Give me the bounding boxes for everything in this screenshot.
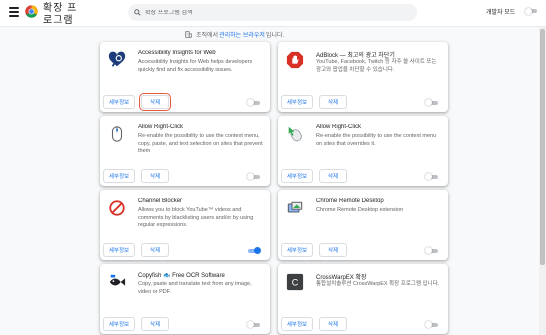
managed-prefix: 조직에서 — [196, 32, 219, 39]
extension-name: Allow Right-Click — [138, 124, 184, 130]
extension-name: Channel Blocker — [138, 198, 183, 204]
extension-description: Copy, paste and translate text from any … — [138, 281, 252, 295]
extension-card: Chrome Remote Desktop Chrome Remote Desk… — [278, 190, 448, 260]
details-button[interactable]: 세부정보 — [281, 169, 313, 183]
extension-name: Allow Right-Click — [316, 124, 362, 130]
building-icon — [185, 30, 192, 38]
remove-button[interactable]: 삭제 — [141, 317, 169, 331]
remove-button[interactable]: 삭제 — [139, 93, 171, 111]
extensions-logo-icon — [25, 5, 38, 18]
extension-description: Re-enable the possibility to use the con… — [316, 133, 437, 147]
remove-button[interactable]: 삭제 — [319, 317, 347, 331]
extension-card: Copyfish 🐟 Free OCR Software Copy, paste… — [100, 264, 270, 334]
toggle-knob — [247, 321, 254, 328]
extension-name: Copyfish 🐟 Free OCR Software — [138, 273, 225, 279]
toolbar: 확장 프로그램 개발자 모드 — [0, 0, 546, 26]
extension-toggle[interactable] — [247, 247, 261, 254]
details-button[interactable]: 세부정보 — [281, 317, 313, 331]
extension-description: Allows you to block YouTube™ videos and … — [138, 207, 254, 228]
crosswarp-c-icon: C — [286, 273, 304, 291]
managed-link[interactable]: 관리하는 브라우저 — [219, 30, 265, 39]
extension-toggle[interactable] — [425, 247, 439, 254]
page-title: 확장 프로그램 — [43, 3, 78, 26]
extension-toggle[interactable] — [247, 321, 261, 328]
extension-card: Allow Right-Click Re-enable the possibil… — [100, 116, 270, 186]
managed-notice: 조직에서 관리하는 브라우저 입니다. — [185, 29, 284, 39]
details-button[interactable]: 세부정보 — [281, 95, 313, 109]
remove-button[interactable]: 삭제 — [319, 169, 347, 183]
adblock-hand-icon — [286, 51, 304, 69]
toggle-knob — [254, 247, 261, 254]
remove-button[interactable]: 삭제 — [141, 243, 169, 257]
dev-mode-toggle[interactable] — [525, 7, 537, 15]
search-icon — [134, 9, 141, 16]
remove-button[interactable]: 삭제 — [141, 169, 169, 183]
extension-name: Accessibility Insights for Web — [138, 50, 216, 56]
toggle-knob — [425, 321, 432, 328]
toggle-knob — [425, 173, 432, 180]
scrollbar[interactable] — [539, 27, 546, 335]
extension-card: AdBlock — 최고의 광고 차단기 YouTube, Facebook, … — [278, 42, 448, 112]
extension-card: C CrossWarpEX 확장 통합설치솔루션 CrossWarpEX 확장 … — [278, 264, 448, 334]
extension-card: Accessibility Insights for Web Accessibi… — [100, 42, 270, 112]
remote-desktop-icon — [287, 201, 303, 213]
remove-button[interactable]: 삭제 — [319, 95, 347, 109]
extension-name: Chrome Remote Desktop — [316, 198, 384, 204]
toggle-knob — [247, 99, 254, 106]
svg-text:C: C — [292, 278, 299, 288]
details-button[interactable]: 세부정보 — [281, 243, 313, 257]
details-button[interactable]: 세부정보 — [103, 317, 135, 331]
extension-description: Re-enable the possibility to use the con… — [138, 133, 263, 154]
remove-button[interactable]: 삭제 — [319, 243, 347, 257]
block-icon — [109, 200, 125, 216]
dev-mode-label: 개발자 모드 — [486, 10, 516, 16]
search-input[interactable] — [145, 9, 395, 16]
toggle-knob — [247, 173, 254, 180]
header-divider — [0, 26, 546, 27]
mouse-icon — [111, 126, 123, 142]
copyfish-icon — [109, 274, 126, 286]
extension-card: Allow Right-Click Re-enable the possibil… — [278, 116, 448, 186]
toggle-knob — [425, 99, 432, 106]
extension-toggle[interactable] — [425, 173, 439, 180]
extension-description: Chrome Remote Desktop extension — [316, 207, 404, 213]
heart-magnifier-icon — [108, 51, 126, 67]
extension-description: Accessibility Insights for Web helps dev… — [138, 59, 253, 73]
extension-description: 통합설치솔루션 CrossWarpEX 확장 프로그램 입니다. — [316, 281, 440, 287]
scrollbar-thumb[interactable] — [540, 29, 545, 265]
toggle-knob — [425, 247, 432, 254]
extension-toggle[interactable] — [425, 99, 439, 106]
toggle-knob — [525, 7, 532, 15]
search-box[interactable] — [128, 4, 417, 21]
extension-name: AdBlock — 최고의 광고 차단기 — [316, 53, 395, 59]
extension-description: YouTube, Facebook, Twitch 등 자주 쓸 사이트 또는 … — [316, 59, 437, 73]
extension-toggle[interactable] — [247, 99, 261, 106]
details-button[interactable]: 세부정보 — [103, 243, 135, 257]
mouse-cursor-icon — [288, 126, 302, 142]
extension-card: Channel Blocker Allows you to block YouT… — [100, 190, 270, 260]
extension-toggle[interactable] — [247, 173, 261, 180]
managed-suffix: 입니다. — [265, 32, 285, 39]
menu-icon[interactable] — [9, 7, 19, 17]
extension-toggle[interactable] — [425, 321, 439, 328]
details-button[interactable]: 세부정보 — [103, 95, 135, 109]
extension-name: CrossWarpEX 확장 — [316, 275, 367, 281]
details-button[interactable]: 세부정보 — [103, 169, 135, 183]
